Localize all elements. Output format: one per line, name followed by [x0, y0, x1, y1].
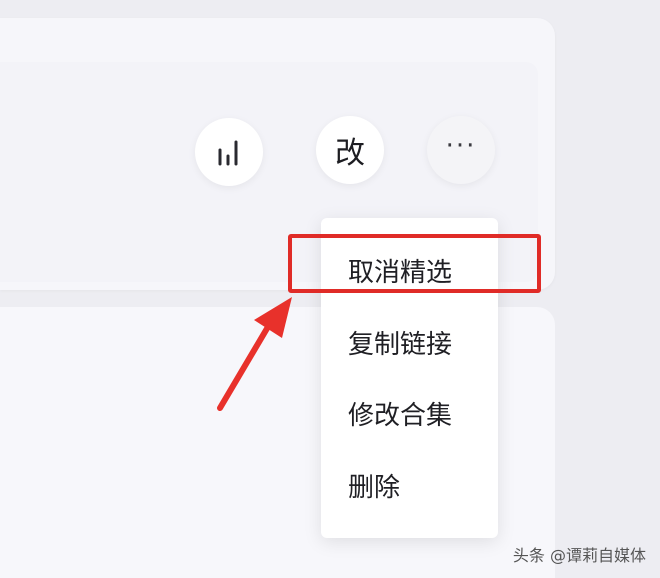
screen: 改 ··· 取消精选 复制链接 修改合集 删除 头条 @谭莉自媒体 [0, 0, 660, 578]
watermark: 头条 @谭莉自媒体 [512, 546, 646, 565]
annotation-arrow-icon [217, 297, 292, 411]
